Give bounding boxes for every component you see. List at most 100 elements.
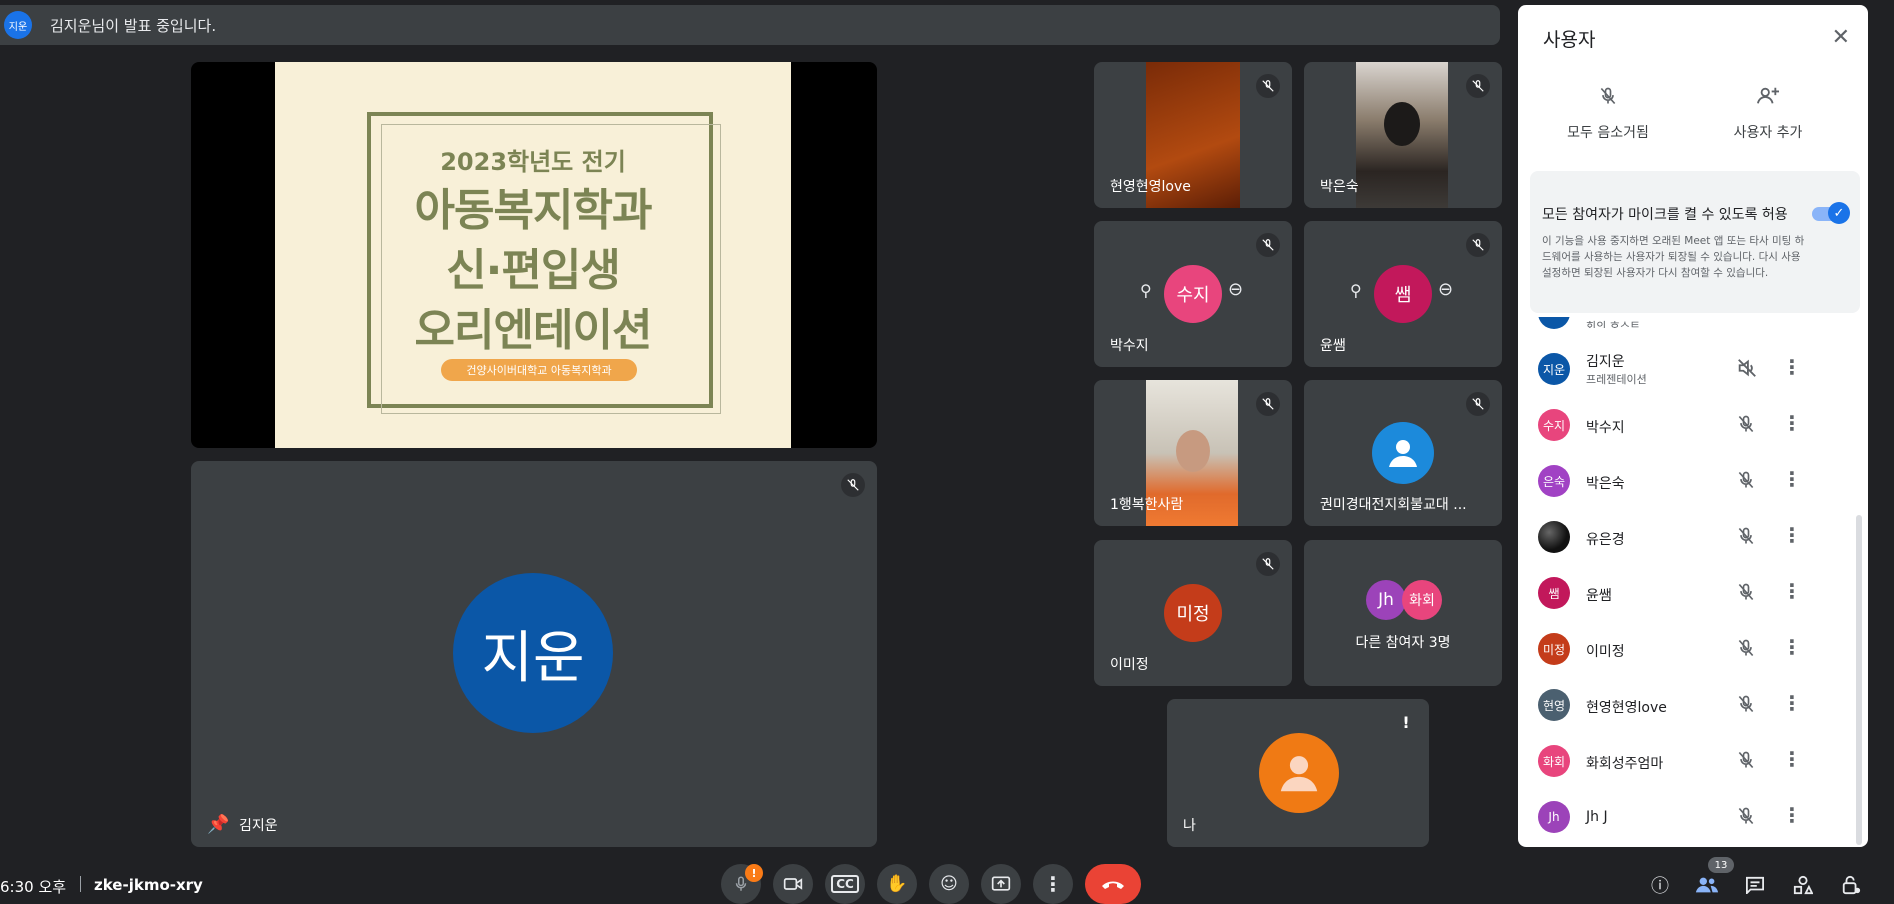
leave-call-button[interactable] [1085,864,1141,904]
emoji-button[interactable]: ☺ [929,864,969,904]
more-options-icon[interactable]: ⋮ [1782,579,1802,603]
activities-icon[interactable] [1788,870,1818,900]
tile-avatar: 미정 [1164,584,1222,642]
close-icon[interactable]: ✕ [1832,25,1850,50]
more-options-icon[interactable]: ⋮ [1782,635,1802,659]
alert-icon[interactable]: ! [1397,713,1415,732]
participant-row[interactable]: 지운 김지운 프레젠테이션 ⋮ [1518,341,1858,397]
pin-icon[interactable]: ⚲ [1140,281,1152,300]
tile-hyunyoung[interactable]: 현영현영love [1094,62,1292,208]
participant-name: Jh J [1586,809,1608,825]
partial-row-label: 회의 호스트 [1586,320,1641,328]
more-options-icon[interactable]: ⋮ [1782,411,1802,435]
participant-role: 프레젠테이션 [1586,373,1647,386]
add-user-button[interactable]: 사용자 추가 [1688,85,1848,142]
mic-off-icon [841,473,865,497]
mic-off-icon[interactable] [1736,413,1756,439]
participant-avatar: 현영 [1538,689,1570,721]
more-options-icon[interactable]: ⋮ [1782,523,1802,547]
slide-year: 2023학년도 전기 [440,148,626,176]
people-icon[interactable] [1692,870,1722,900]
participant-avatar: 지운 [1538,353,1570,385]
more-options-icon[interactable]: ⋮ [1782,467,1802,491]
mute-all-label: 모두 음소거됨 [1567,125,1649,141]
participant-name: 화회성주엄마 [1586,756,1664,772]
chat-icon[interactable] [1740,870,1770,900]
participant-row[interactable]: Jh Jh J ⋮ [1518,789,1858,845]
mic-off-icon [1256,233,1280,257]
default-avatar-icon [1372,422,1434,484]
participant-row[interactable]: 화회 화회성주엄마 ⋮ [1518,733,1858,789]
more-options-icon[interactable]: ⋮ [1782,355,1802,379]
presenter-tile[interactable]: 지운 📌 김지운 [191,461,877,847]
present-icon [991,876,1011,891]
smiley-icon: ☺ [940,874,958,894]
participant-row[interactable]: 은숙 박은숙 ⋮ [1518,453,1858,509]
mic-off-icon[interactable] [1736,581,1756,607]
tile-suji[interactable]: 수지 ⚲ ⊖ 박수지 [1094,221,1292,367]
tile-name: 권미경대전지회불교대 ... [1320,497,1467,513]
pin-icon: 📌 [207,814,230,835]
participant-name: 현영현영love [1586,700,1667,716]
panel-scrollbar[interactable] [1856,515,1862,845]
person-silhouette [1384,102,1420,146]
present-button[interactable] [981,864,1021,904]
bottom-toolbar: 6:30 오후 zke-jkmo-xry ! CC ✋ ☺ ⋮ ⓘ 13 [0,856,1894,904]
more-options-button[interactable]: ⋮ [1033,864,1073,904]
info-icon[interactable]: ⓘ [1645,870,1675,900]
more-options-icon[interactable]: ⋮ [1782,747,1802,771]
tile-eunsook[interactable]: 박은숙 [1304,62,1502,208]
tile-name: 윤쌤 [1320,338,1346,354]
mic-off-icon [1256,74,1280,98]
allow-mic-card: 모든 참여자가 마이크를 켤 수 있도록 허용 이 기능을 사용 중지하면 오래… [1530,171,1860,313]
captions-button[interactable]: CC [825,864,865,904]
mute-all-button[interactable]: 모두 음소거됨 [1528,85,1688,142]
mic-alert-icon[interactable]: ! [745,864,763,882]
remove-icon[interactable]: ⊖ [1438,279,1453,300]
mic-off-icon[interactable] [1736,805,1756,831]
camera-button[interactable] [773,864,813,904]
participant-name: 유은경 [1586,532,1625,548]
tile-self[interactable]: ! 나 [1167,699,1429,847]
mic-off-icon[interactable] [1736,525,1756,551]
tile-ssaem[interactable]: 쌤 ⚲ ⊖ 윤쌤 [1304,221,1502,367]
mic-off-icon[interactable] [1736,749,1756,775]
add-user-label: 사용자 추가 [1733,125,1803,141]
slide-line3: 오리엔테이션 [414,305,653,356]
participant-avatar: 미정 [1538,633,1570,665]
participant-row[interactable]: 유은경 ⋮ [1518,509,1858,565]
tile-happy-person[interactable]: 1행복한사람 [1094,380,1292,526]
speaker-off-icon[interactable] [1736,357,1758,383]
slide-line2: 신·편입생 [446,245,621,296]
participant-avatar: Jh [1538,801,1570,833]
mic-off-icon [1466,74,1490,98]
more-options-icon[interactable]: ⋮ [1782,803,1802,827]
more-options-icon[interactable]: ⋮ [1782,691,1802,715]
remove-icon[interactable]: ⊖ [1228,279,1243,300]
check-icon[interactable]: ✓ [1828,202,1850,224]
presenting-text: 김지운님이 발표 중입니다. [50,16,217,35]
participant-row[interactable]: 수지 박수지 ⋮ [1518,397,1858,453]
panel-title: 사용자 [1543,29,1596,51]
mic-off-icon[interactable] [1736,469,1756,495]
presenter-name: 김지운 [239,818,278,834]
mic-off-icon[interactable] [1736,637,1756,663]
pin-icon[interactable]: ⚲ [1350,281,1362,300]
hand-icon: ✋ [886,874,908,894]
tile-kwon[interactable]: 권미경대전지회불교대 ... [1304,380,1502,526]
presenter-avatar-small: 지운 [4,11,32,39]
tile-others[interactable]: Jh 화회 다른 참여자 3명 [1304,540,1502,686]
participant-name: 이미정 [1586,644,1625,660]
participant-row[interactable]: 쌤 윤쌤 ⋮ [1518,565,1858,621]
raise-hand-button[interactable]: ✋ [877,864,917,904]
meeting-code: zke-jkmo-xry [94,876,203,894]
participant-name: 김지운 [1586,354,1625,370]
host-controls-icon[interactable] [1836,870,1866,900]
participant-row[interactable]: 현영 현영현영love ⋮ [1518,677,1858,733]
tile-name: 나 [1183,818,1196,834]
presentation-tile[interactable]: 2023학년도 전기 아동복지학과 신·편입생 오리엔테이션 건양사이버대학교 … [191,62,877,448]
tile-mijung[interactable]: 미정 이미정 [1094,540,1292,686]
participant-row[interactable]: 미정 이미정 ⋮ [1518,621,1858,677]
mic-off-icon[interactable] [1736,693,1756,719]
tile-name: 박수지 [1110,338,1149,354]
